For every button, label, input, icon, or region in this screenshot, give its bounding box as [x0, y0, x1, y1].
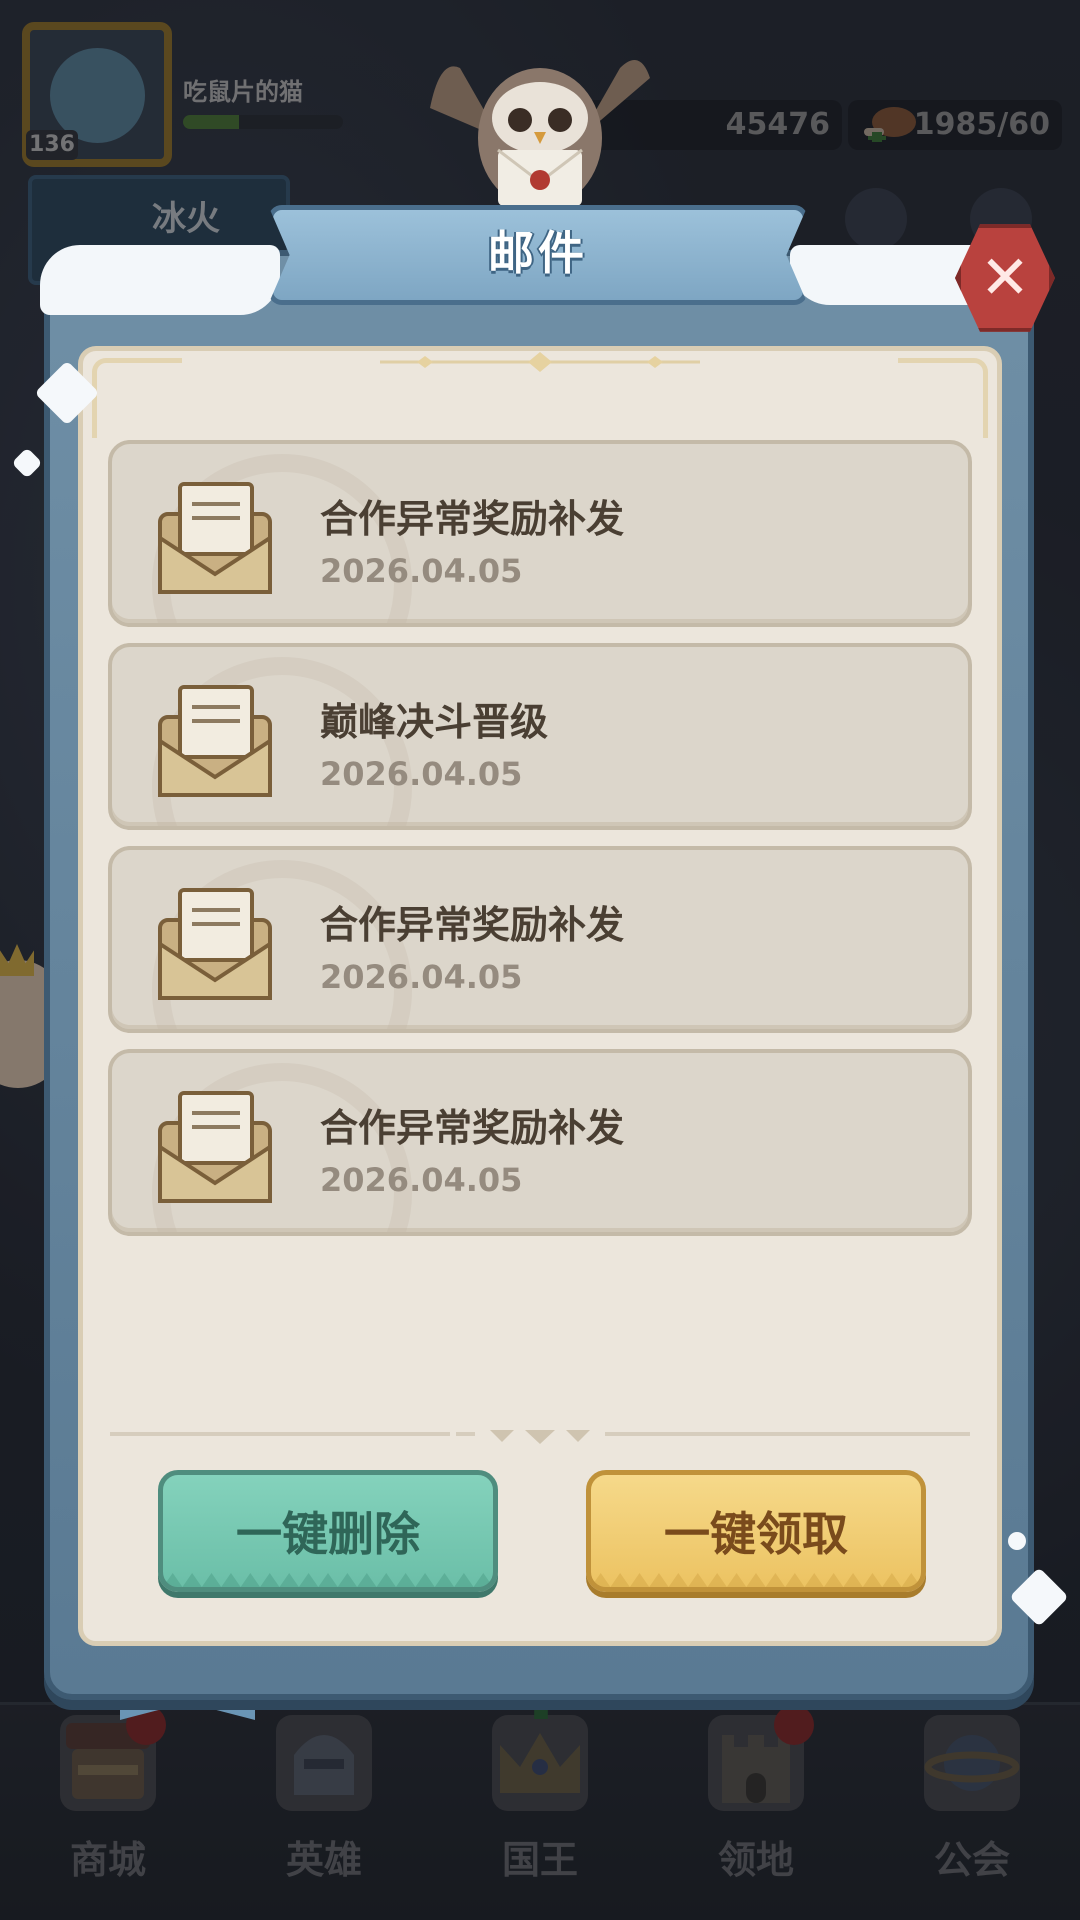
- mail-item[interactable]: 合作异常奖励补发 2026.04.05: [108, 1049, 972, 1236]
- mail-title: 巅峰决斗晋级: [320, 700, 549, 744]
- delete-all-button[interactable]: 一键删除: [158, 1470, 498, 1592]
- envelope-icon: [158, 685, 272, 797]
- mail-title: 合作异常奖励补发: [320, 903, 625, 947]
- footer-divider: [110, 1430, 970, 1444]
- mail-list: 合作异常奖励补发 2026.04.05 巅峰决斗晋级 2026.04.05 合作…: [108, 440, 972, 1236]
- mail-title: 合作异常奖励补发: [320, 497, 625, 541]
- paper-corner-ornament: [92, 358, 182, 438]
- envelope-icon: [158, 482, 272, 594]
- snow-decoration: [40, 245, 280, 315]
- paper-top-ornament: [380, 352, 700, 372]
- mail-date: 2026.04.05: [320, 552, 523, 590]
- mail-item[interactable]: 合作异常奖励补发 2026.04.05: [108, 846, 972, 1033]
- mail-title: 合作异常奖励补发: [320, 1106, 625, 1150]
- claim-all-label: 一键领取: [664, 1507, 848, 1561]
- envelope-icon: [158, 1091, 272, 1203]
- paper-corner-ornament: [898, 358, 988, 438]
- close-icon: ✕: [979, 243, 1031, 313]
- owl-mascot: [430, 60, 650, 208]
- dialog-title: 邮件: [488, 226, 588, 280]
- mail-item[interactable]: 合作异常奖励补发 2026.04.05: [108, 440, 972, 627]
- button-zigzag-pattern: [163, 1573, 493, 1587]
- delete-all-label: 一键删除: [236, 1507, 420, 1561]
- envelope-icon: [158, 888, 272, 1000]
- mail-date: 2026.04.05: [320, 958, 523, 996]
- claim-all-button[interactable]: 一键领取: [586, 1470, 926, 1592]
- mail-item[interactable]: 巅峰决斗晋级 2026.04.05: [108, 643, 972, 830]
- button-zigzag-pattern: [591, 1573, 921, 1587]
- mail-date: 2026.04.05: [320, 755, 523, 793]
- mail-date: 2026.04.05: [320, 1161, 523, 1199]
